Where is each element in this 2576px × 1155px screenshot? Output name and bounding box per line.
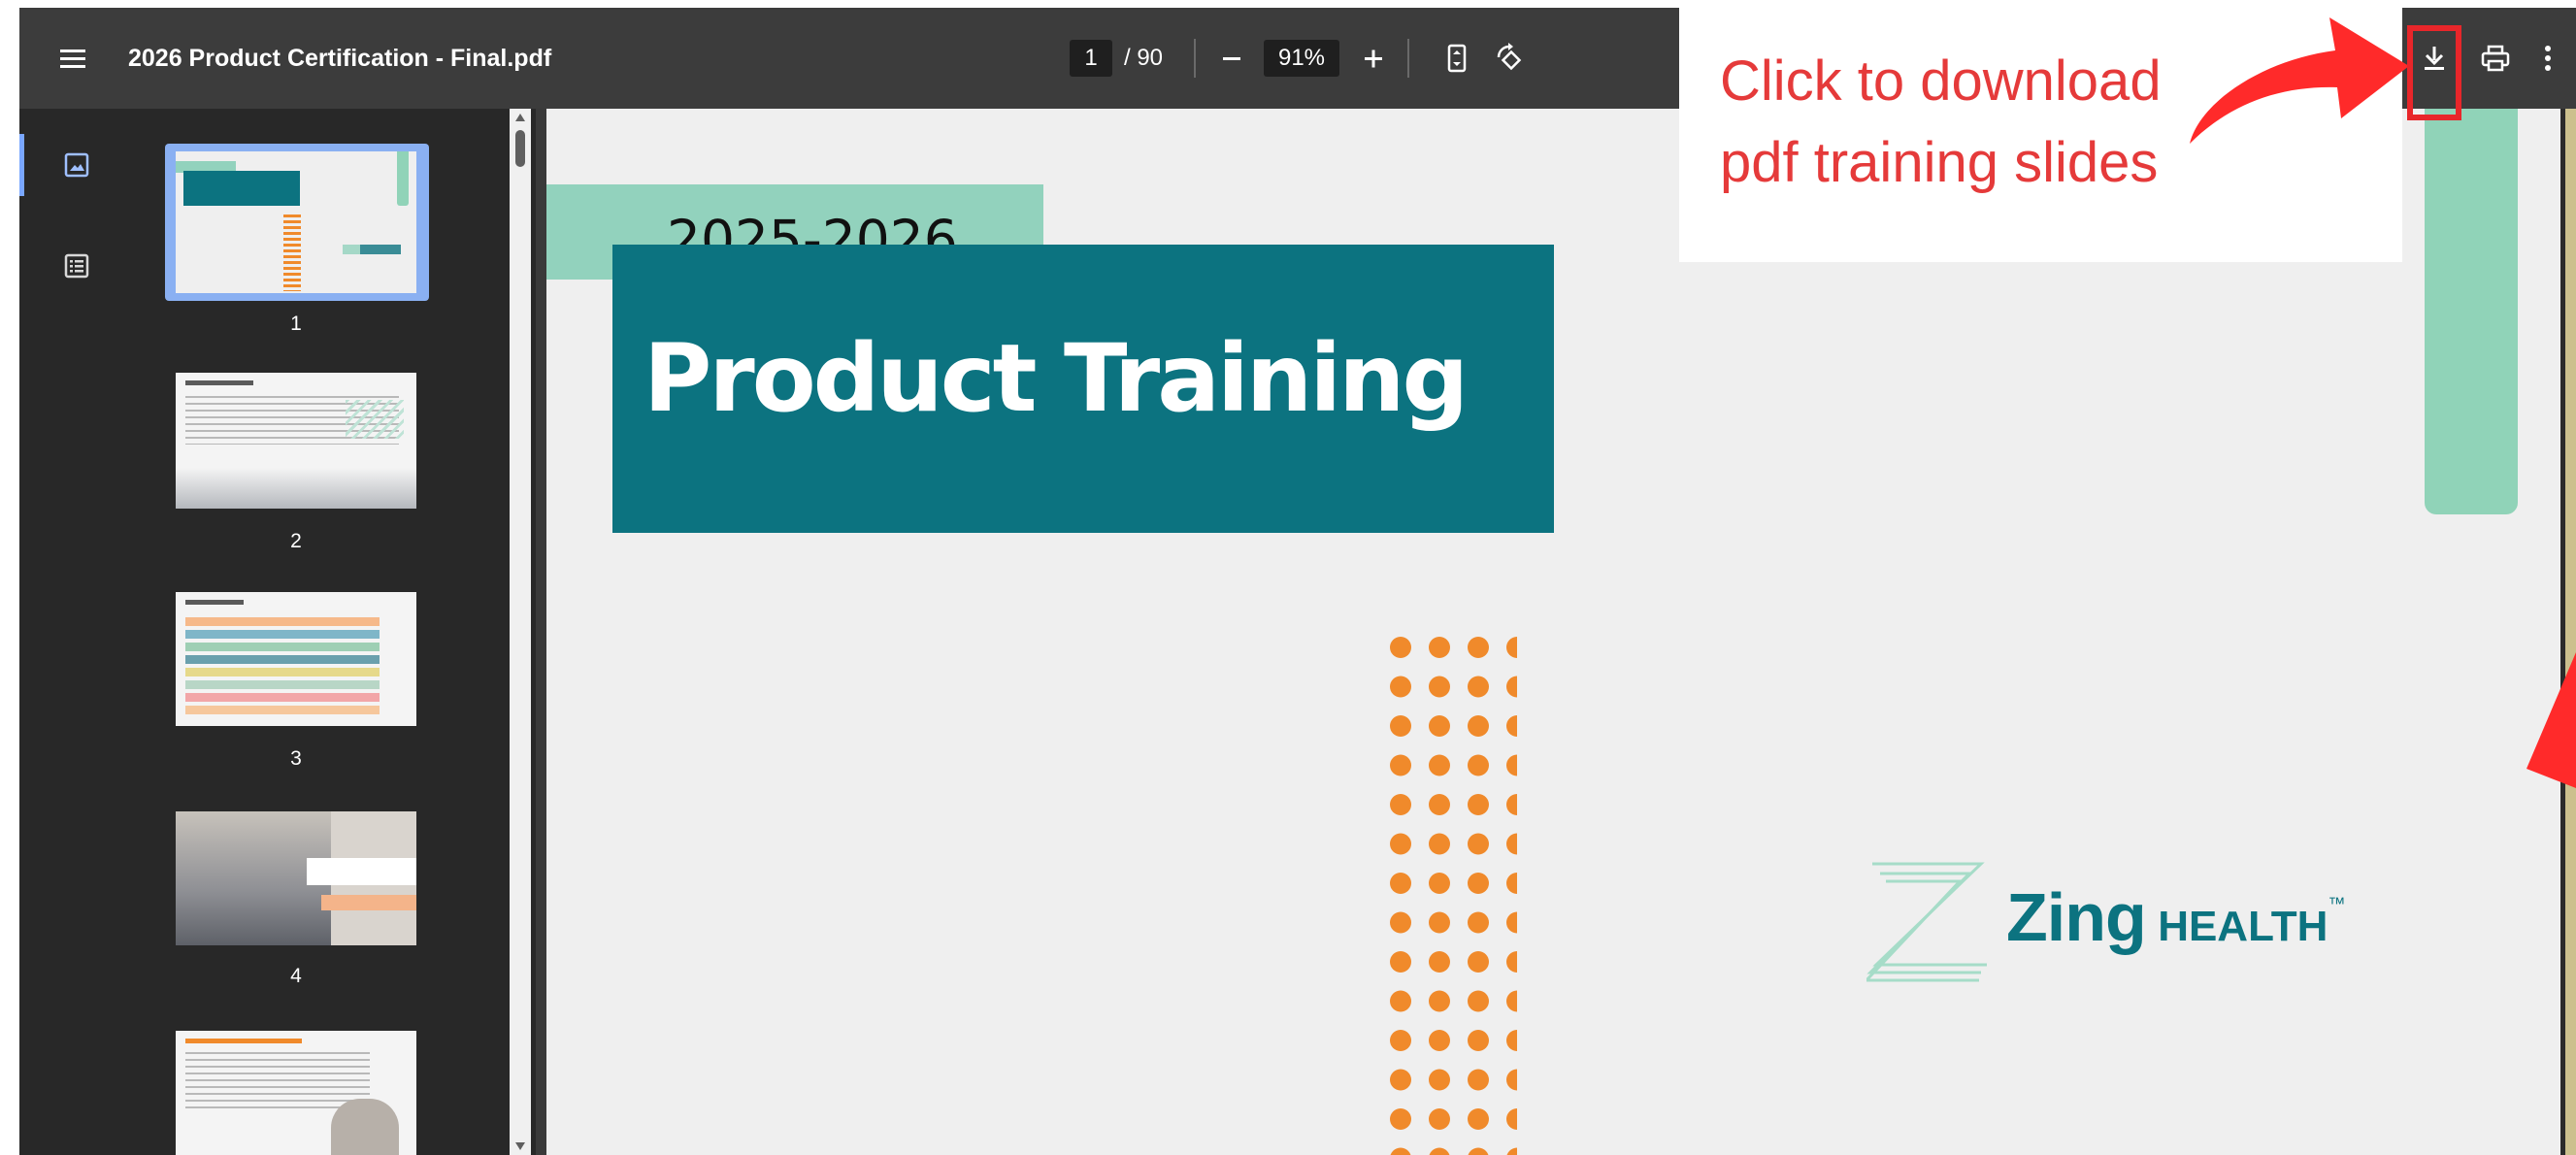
thumbnail-page-2[interactable]: [176, 373, 416, 509]
sidebar-scrollbar[interactable]: [510, 109, 531, 1155]
tab-thumbnails[interactable]: [52, 141, 101, 189]
zoom-in-button[interactable]: [1349, 34, 1398, 82]
more-options-button[interactable]: [2524, 34, 2572, 82]
thumb-green-bar: [397, 151, 409, 206]
thumb-heading: [185, 600, 244, 605]
thumb-toc-row: [185, 617, 380, 626]
thumb-toc-row: [185, 655, 380, 664]
thumbnail-page-number: 1: [290, 313, 302, 335]
thumb-title-box: [183, 171, 300, 206]
fit-page-button[interactable]: [1433, 34, 1481, 82]
list-icon: [64, 253, 89, 279]
document-title: 2026 Product Certification - Final.pdf: [128, 45, 552, 72]
annotation-text: Click to download pdf training slides: [1720, 50, 2162, 194]
menu-icon: [60, 50, 85, 68]
plus-icon: [1365, 50, 1382, 68]
scroll-down-icon[interactable]: [514, 1141, 526, 1151]
page-number-input[interactable]: 1: [1070, 40, 1112, 77]
more-vert-icon: [2545, 46, 2551, 71]
thumb-toc-row: [185, 643, 380, 651]
thumb-heading: [185, 1039, 302, 1043]
scrollbar-thumb[interactable]: [515, 130, 525, 167]
logo-suffix: HEALTH: [2158, 903, 2328, 950]
next-page-edge: [2565, 109, 2576, 1155]
thumb-toc-row: [185, 706, 380, 714]
thumb-photo: [331, 1099, 399, 1155]
thumbnail-page-4[interactable]: [176, 811, 416, 945]
thumb-toc-row: [185, 693, 380, 702]
thumbnail-page-number: 3: [290, 747, 302, 770]
title-box: Product Training: [612, 245, 1554, 533]
thumbnail-page-number: 4: [290, 965, 302, 987]
toolbar-divider: [1407, 39, 1409, 78]
logo-brand: Zing: [2006, 879, 2147, 955]
thumb-toc-row: [185, 680, 380, 689]
thumbnail-page-number: 2: [290, 530, 302, 552]
thumb-orange-bar: [321, 895, 416, 910]
menu-button[interactable]: [49, 34, 97, 82]
thumbnail-page-3[interactable]: [176, 592, 416, 726]
thumb-text-lines: [185, 1052, 370, 1110]
download-highlight-box: [2407, 25, 2461, 120]
active-tab-indicator: [19, 134, 24, 196]
fit-page-icon: [1447, 44, 1467, 73]
zoom-input[interactable]: 91%: [1264, 40, 1339, 77]
page-total: / 90: [1124, 45, 1164, 71]
rotate-button[interactable]: [1485, 34, 1534, 82]
zing-logo-icon: [1866, 862, 1987, 982]
orange-dots: [1381, 628, 1517, 1155]
rotate-icon: [1497, 43, 1522, 71]
thumb-title-card: [307, 858, 416, 885]
zoom-out-button[interactable]: [1207, 34, 1256, 82]
thumb-pattern: [346, 400, 404, 439]
annotation-arrow: [2190, 17, 2409, 144]
thumbnail-page-1[interactable]: [176, 151, 416, 293]
slide-title: Product Training: [644, 324, 1469, 433]
thumb-toc-row: [185, 630, 380, 639]
scroll-up-icon[interactable]: [514, 113, 526, 122]
green-accent-bar: [2425, 109, 2518, 514]
zing-health-logo: Zing HEALTH™: [2006, 874, 2345, 961]
pdf-viewer: 2026 Product Certification - Final.pdf 1…: [19, 8, 2576, 1155]
arrow-fragment: [2526, 652, 2576, 788]
print-button[interactable]: [2471, 34, 2520, 82]
pdf-page-1: 2025-2026 Product Training Zing HEALTH™: [546, 109, 2576, 1155]
logo-tm: ™: [2328, 894, 2346, 913]
tab-outline[interactable]: [52, 242, 101, 290]
toolbar-divider: [1194, 39, 1196, 78]
minus-icon: [1223, 57, 1240, 60]
print-icon: [2481, 45, 2510, 72]
thumb-toc-row: [185, 668, 380, 676]
thumb-logo: [343, 245, 401, 254]
thumbnail-sidebar: 1 2 3 4: [19, 109, 536, 1155]
thumb-dots: [283, 214, 301, 291]
thumbnail-page-5[interactable]: [176, 1031, 416, 1155]
thumb-skyline: [176, 468, 416, 509]
image-icon: [64, 152, 89, 178]
thumb-heading: [185, 380, 253, 385]
